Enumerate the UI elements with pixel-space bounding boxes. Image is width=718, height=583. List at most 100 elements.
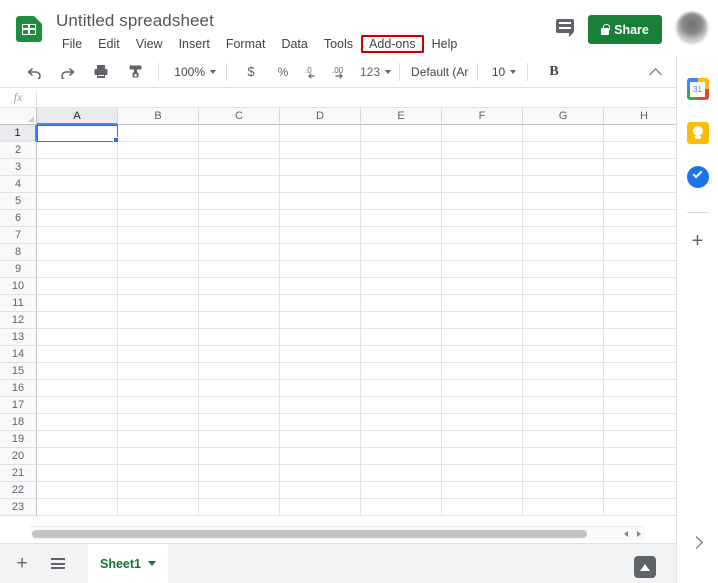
cell-G12[interactable] [523, 312, 604, 329]
cell-H1[interactable] [604, 125, 676, 142]
cell-E18[interactable] [361, 414, 442, 431]
row-header-23[interactable]: 23 [0, 499, 37, 516]
cell-F10[interactable] [442, 278, 523, 295]
cell-C18[interactable] [199, 414, 280, 431]
cell-A22[interactable] [37, 482, 118, 499]
cell-H13[interactable] [604, 329, 676, 346]
cell-H11[interactable] [604, 295, 676, 312]
cell-D21[interactable] [280, 465, 361, 482]
row-header-12[interactable]: 12 [0, 312, 37, 329]
cell-C14[interactable] [199, 346, 280, 363]
cell-C17[interactable] [199, 397, 280, 414]
row-header-6[interactable]: 6 [0, 210, 37, 227]
cell-A16[interactable] [37, 380, 118, 397]
row-header-3[interactable]: 3 [0, 159, 37, 176]
cell-C4[interactable] [199, 176, 280, 193]
cell-B9[interactable] [118, 261, 199, 278]
cell-E16[interactable] [361, 380, 442, 397]
cell-D18[interactable] [280, 414, 361, 431]
cell-D16[interactable] [280, 380, 361, 397]
cell-D8[interactable] [280, 244, 361, 261]
cell-G9[interactable] [523, 261, 604, 278]
avatar[interactable] [676, 12, 708, 44]
cell-B7[interactable] [118, 227, 199, 244]
cell-G10[interactable] [523, 278, 604, 295]
cell-H6[interactable] [604, 210, 676, 227]
cell-H10[interactable] [604, 278, 676, 295]
cell-E13[interactable] [361, 329, 442, 346]
share-button[interactable]: Share [588, 15, 662, 44]
cell-A4[interactable] [37, 176, 118, 193]
cell-C13[interactable] [199, 329, 280, 346]
cell-H15[interactable] [604, 363, 676, 380]
cell-F2[interactable] [442, 142, 523, 159]
cell-H18[interactable] [604, 414, 676, 431]
cell-B23[interactable] [118, 499, 199, 516]
undo-button[interactable] [22, 59, 48, 85]
cell-F12[interactable] [442, 312, 523, 329]
cell-C15[interactable] [199, 363, 280, 380]
cell-F21[interactable] [442, 465, 523, 482]
all-sheets-button[interactable] [44, 550, 72, 578]
column-header-e[interactable]: E [361, 108, 442, 125]
cell-E4[interactable] [361, 176, 442, 193]
cell-D20[interactable] [280, 448, 361, 465]
cell-F19[interactable] [442, 431, 523, 448]
cell-G4[interactable] [523, 176, 604, 193]
cell-C23[interactable] [199, 499, 280, 516]
cell-D22[interactable] [280, 482, 361, 499]
cell-F5[interactable] [442, 193, 523, 210]
cell-G6[interactable] [523, 210, 604, 227]
menu-item-edit[interactable]: Edit [90, 35, 128, 53]
row-header-22[interactable]: 22 [0, 482, 37, 499]
cell-F9[interactable] [442, 261, 523, 278]
cell-F18[interactable] [442, 414, 523, 431]
cell-D4[interactable] [280, 176, 361, 193]
scroll-left-arrow[interactable] [620, 528, 631, 539]
cell-H23[interactable] [604, 499, 676, 516]
cell-E21[interactable] [361, 465, 442, 482]
cell-B8[interactable] [118, 244, 199, 261]
cell-F20[interactable] [442, 448, 523, 465]
cell-A2[interactable] [37, 142, 118, 159]
font-family-selector[interactable]: Default (Ari... [411, 59, 469, 85]
cell-B19[interactable] [118, 431, 199, 448]
cell-B13[interactable] [118, 329, 199, 346]
cell-G20[interactable] [523, 448, 604, 465]
cell-H7[interactable] [604, 227, 676, 244]
google-calendar-icon[interactable]: 31 [686, 78, 709, 100]
google-keep-icon[interactable] [686, 122, 709, 144]
cell-F23[interactable] [442, 499, 523, 516]
number-format-selector[interactable]: 123 [360, 59, 392, 85]
row-header-13[interactable]: 13 [0, 329, 37, 346]
percent-format-button[interactable]: % [270, 59, 296, 85]
menu-item-format[interactable]: Format [218, 35, 274, 53]
cell-H19[interactable] [604, 431, 676, 448]
cell-G18[interactable] [523, 414, 604, 431]
expand-side-panel-button[interactable] [687, 531, 709, 553]
cell-G11[interactable] [523, 295, 604, 312]
font-size-selector[interactable]: 10 [491, 59, 517, 85]
cell-C12[interactable] [199, 312, 280, 329]
cell-B18[interactable] [118, 414, 199, 431]
row-header-2[interactable]: 2 [0, 142, 37, 159]
menu-item-file[interactable]: File [54, 35, 90, 53]
cell-C8[interactable] [199, 244, 280, 261]
cell-G1[interactable] [523, 125, 604, 142]
row-header-11[interactable]: 11 [0, 295, 37, 312]
cell-E20[interactable] [361, 448, 442, 465]
cell-A5[interactable] [37, 193, 118, 210]
cell-F7[interactable] [442, 227, 523, 244]
row-header-15[interactable]: 15 [0, 363, 37, 380]
cell-C20[interactable] [199, 448, 280, 465]
cell-B17[interactable] [118, 397, 199, 414]
cell-B6[interactable] [118, 210, 199, 227]
cell-A11[interactable] [37, 295, 118, 312]
cell-E11[interactable] [361, 295, 442, 312]
cell-E19[interactable] [361, 431, 442, 448]
cell-H3[interactable] [604, 159, 676, 176]
cell-H12[interactable] [604, 312, 676, 329]
cell-H8[interactable] [604, 244, 676, 261]
cell-E1[interactable] [361, 125, 442, 142]
column-header-c[interactable]: C [199, 108, 280, 125]
